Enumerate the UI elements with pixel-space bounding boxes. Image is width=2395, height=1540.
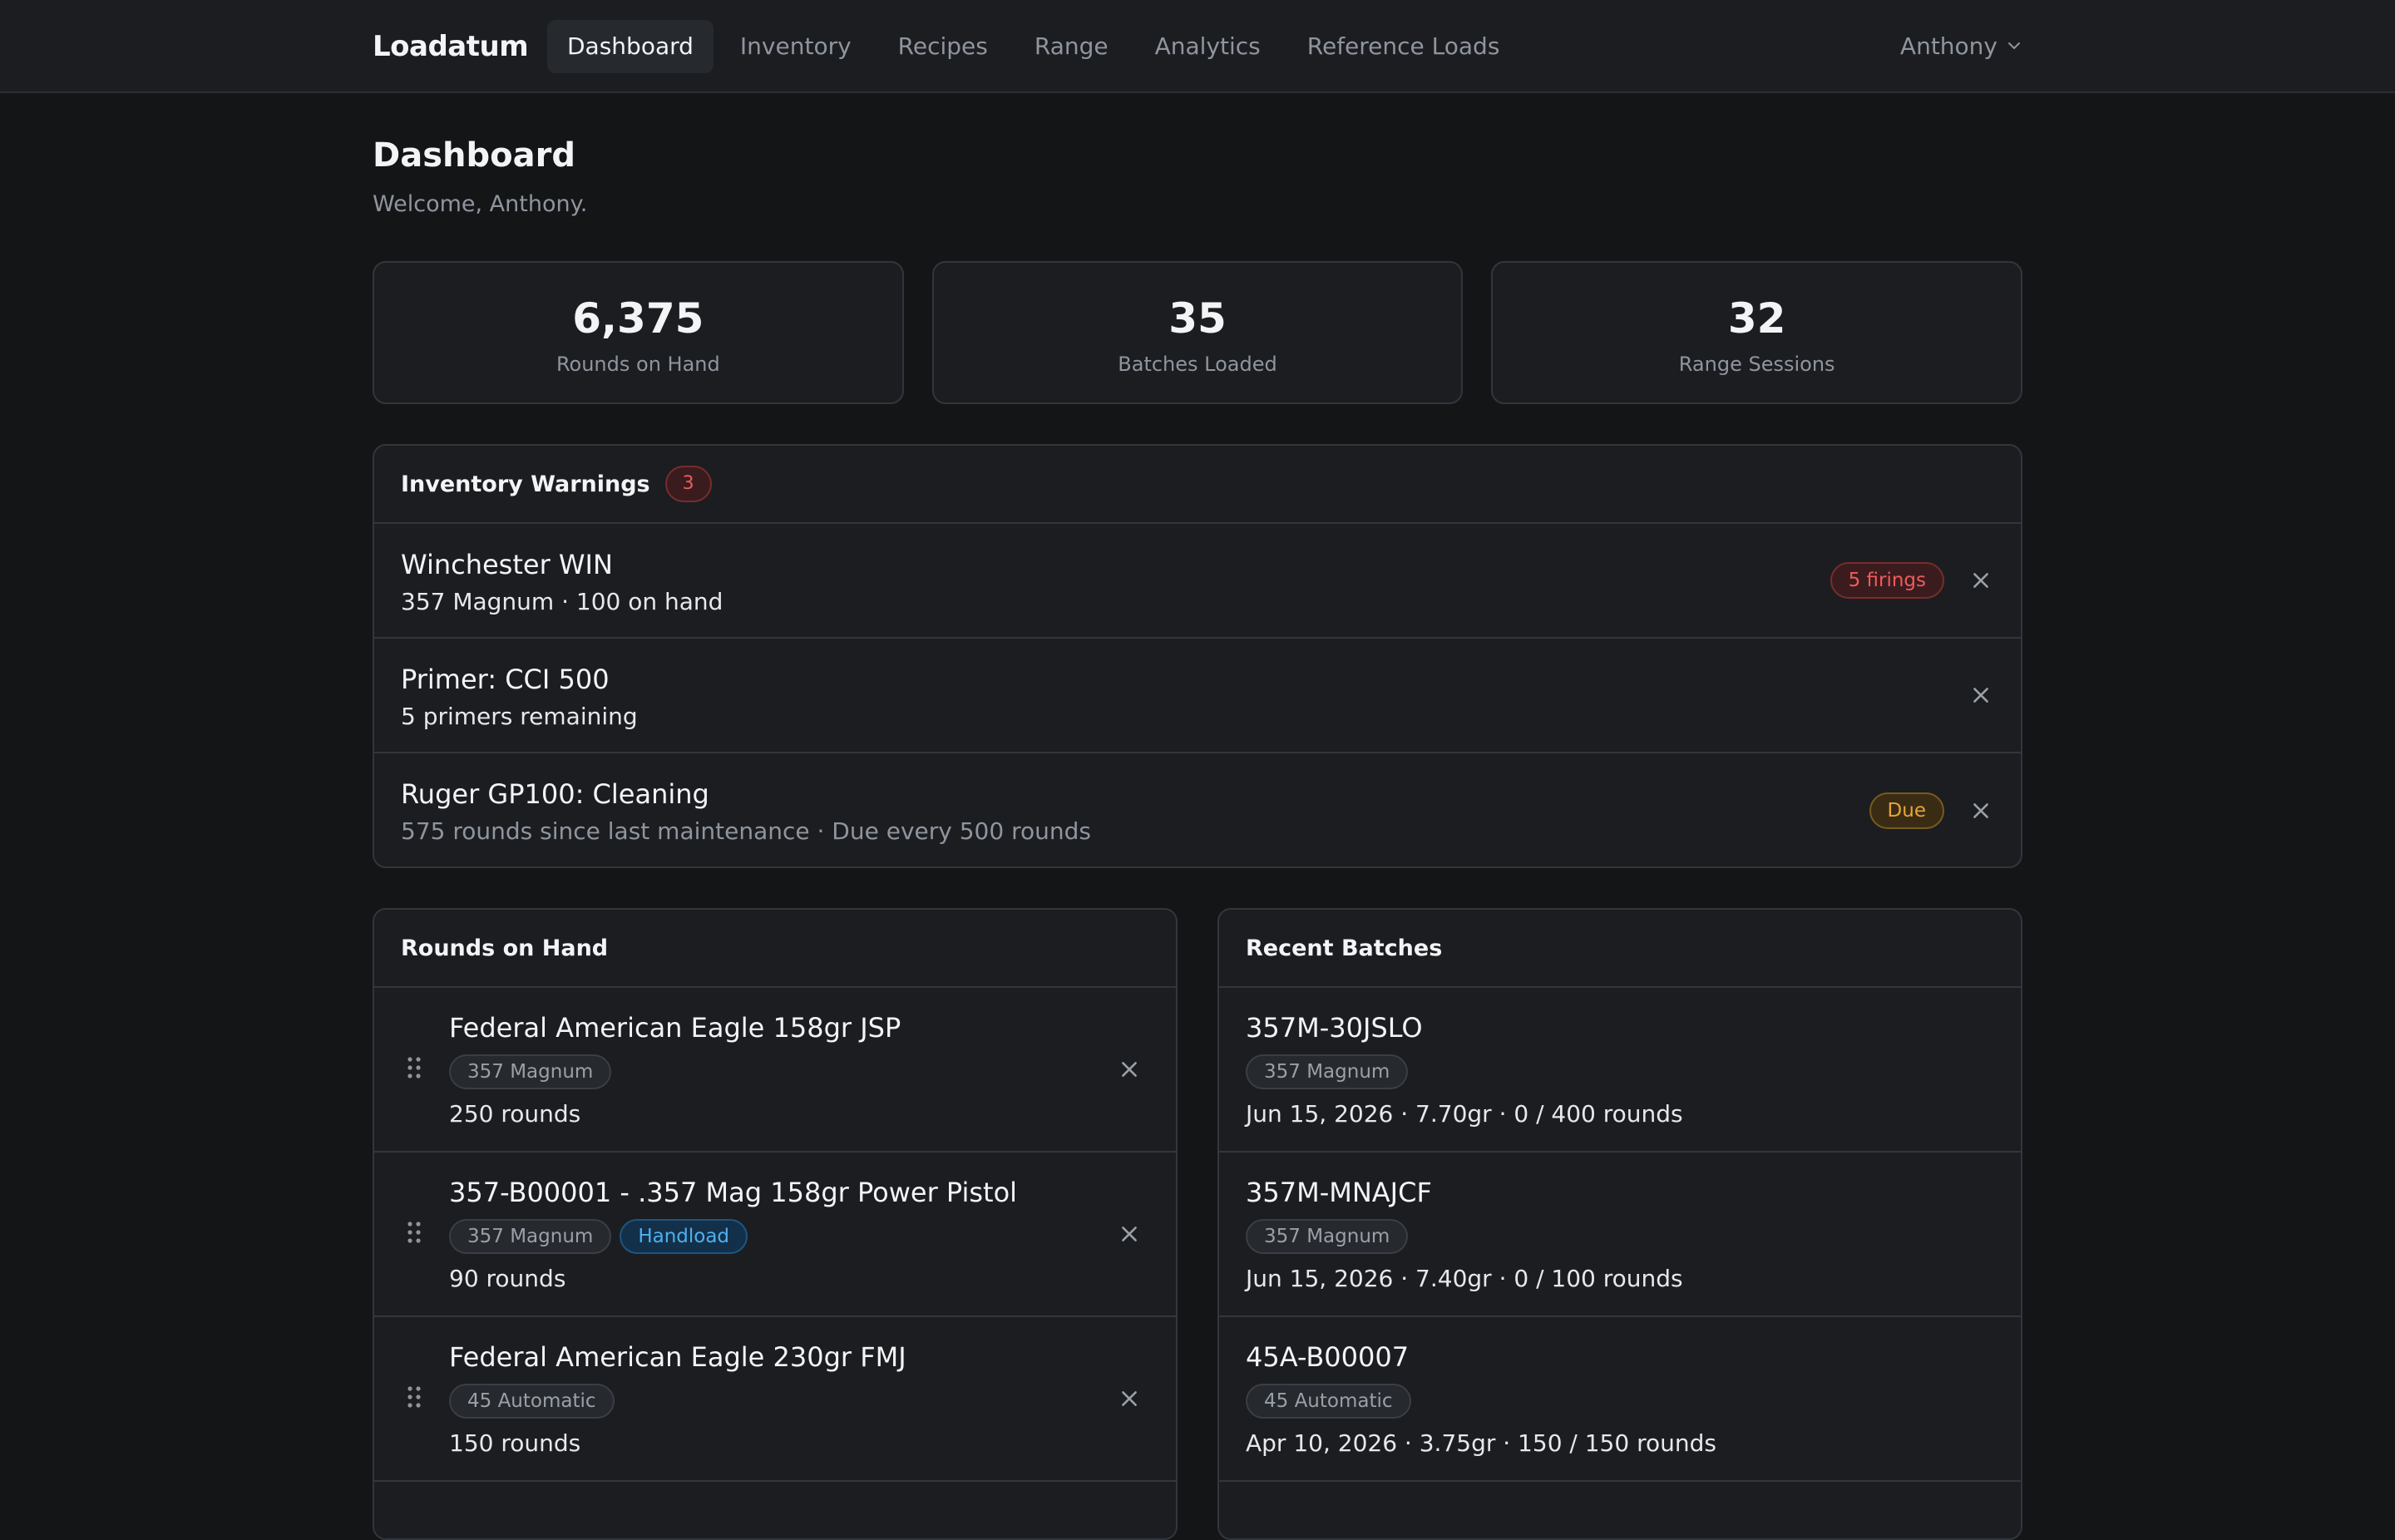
caliber-tag: 357 Magnum — [1246, 1219, 1409, 1254]
nav-inventory[interactable]: Inventory — [720, 20, 872, 73]
stat-card-rounds-on-hand: 6,375 Rounds on Hand — [373, 261, 904, 404]
caliber-tag: 45 Automatic — [1246, 1384, 1411, 1419]
stat-label: Rounds on Hand — [556, 353, 720, 376]
close-icon — [1973, 688, 1988, 703]
handload-tag: Handload — [620, 1219, 748, 1254]
stat-card-batches-loaded: 35 Batches Loaded — [931, 261, 1464, 404]
panel-header: Recent Batches — [1219, 910, 2021, 988]
close-icon — [1122, 1391, 1137, 1406]
close-icon — [1973, 803, 1988, 818]
stat-label: Range Sessions — [1678, 353, 1835, 376]
batch-item[interactable]: 45A-B00007 45 Automatic Apr 10, 2026 · 3… — [1219, 1317, 2021, 1482]
recent-batches-panel: Recent Batches 357M-30JSLO 357 Magnum Ju… — [1217, 908, 2022, 1540]
panel-header: Inventory Warnings 3 — [374, 446, 2021, 524]
warning-item: Primer: CCI 500 5 primers remaining — [374, 639, 2021, 753]
user-name: Anthony — [1899, 32, 1997, 60]
main-nav: Dashboard Inventory Recipes Range Analyt… — [547, 20, 1519, 73]
stat-value: 32 — [1727, 294, 1786, 343]
warning-title: Ruger GP100: Cleaning — [401, 778, 709, 810]
close-icon — [1122, 1227, 1137, 1241]
list-item: Federal American Eagle 158gr JSP 357 Mag… — [374, 988, 1176, 1153]
warning-title: Primer: CCI 500 — [401, 664, 610, 695]
welcome-message: Welcome, Anthony. — [373, 191, 588, 217]
warning-item: Winchester WIN 357 Magnum · 100 on hand … — [374, 524, 2021, 639]
brand-logo[interactable]: Loadatum — [373, 27, 529, 67]
top-navbar: Loadatum Dashboard Inventory Recipes Ran… — [0, 0, 2395, 93]
panel-title: Inventory Warnings — [401, 471, 650, 497]
item-title: Federal American Eagle 230gr FMJ — [449, 1341, 906, 1373]
list-item: 357-B00001 - .357 Mag 158gr Power Pistol… — [374, 1153, 1176, 1317]
panel-header: Rounds on Hand — [374, 910, 1176, 988]
batch-item[interactable]: 357M-MNAJCF 357 Magnum Jun 15, 2026 · 7.… — [1219, 1153, 2021, 1317]
panel-title: Rounds on Hand — [401, 935, 609, 961]
caliber-tag: 357 Magnum — [1246, 1054, 1409, 1089]
panel-title: Recent Batches — [1246, 935, 1443, 961]
round-count: 90 rounds — [449, 1265, 566, 1292]
stat-value: 6,375 — [572, 294, 704, 343]
caliber-tag: 45 Automatic — [449, 1384, 615, 1419]
round-count: 150 rounds — [449, 1429, 581, 1457]
due-badge: Due — [1869, 792, 1944, 829]
stat-cards: 6,375 Rounds on Hand 35 Batches Loaded 3… — [373, 261, 2023, 404]
close-icon — [1122, 1062, 1137, 1077]
batch-id: 357M-30JSLO — [1246, 1012, 1423, 1044]
warning-detail: 575 rounds since last maintenance · Due … — [401, 817, 1091, 845]
chevron-down-icon — [2006, 20, 2022, 73]
dismiss-warning-button[interactable] — [1968, 567, 1994, 594]
dismiss-warning-button[interactable] — [1968, 797, 1994, 824]
user-menu[interactable]: Anthony — [1900, 20, 2022, 73]
remove-item-button[interactable] — [1116, 1056, 1143, 1083]
nav-recipes[interactable]: Recipes — [878, 20, 1008, 73]
stat-value: 35 — [1168, 294, 1227, 343]
drag-handle-icon[interactable] — [406, 1056, 422, 1079]
warning-detail: 5 primers remaining — [401, 703, 638, 730]
drag-handle-icon[interactable] — [406, 1221, 422, 1244]
warning-title: Winchester WIN — [401, 549, 613, 580]
nav-reference-loads[interactable]: Reference Loads — [1287, 20, 1520, 73]
list-item: Federal American Eagle 230gr FMJ 45 Auto… — [374, 1317, 1176, 1482]
warning-item: Ruger GP100: Cleaning 575 rounds since l… — [374, 753, 2021, 866]
stat-label: Batches Loaded — [1118, 353, 1277, 376]
batch-id: 45A-B00007 — [1246, 1341, 1410, 1373]
firings-badge: 5 firings — [1830, 562, 1944, 599]
batch-item[interactable]: 357M-30JSLO 357 Magnum Jun 15, 2026 · 7.… — [1219, 988, 2021, 1153]
batch-details: Jun 15, 2026 · 7.40gr · 0 / 100 rounds — [1246, 1265, 1683, 1292]
nav-range[interactable]: Range — [1015, 20, 1128, 73]
round-count: 250 rounds — [449, 1100, 581, 1128]
batch-details: Jun 15, 2026 · 7.70gr · 0 / 400 rounds — [1246, 1100, 1683, 1128]
warning-count-badge: 3 — [664, 466, 712, 502]
item-title: 357-B00001 - .357 Mag 158gr Power Pistol — [449, 1177, 1018, 1208]
rounds-on-hand-panel: Rounds on Hand Federal American Eagle 15… — [373, 908, 1178, 1540]
inventory-warnings-panel: Inventory Warnings 3 Winchester WIN 357 … — [373, 444, 2022, 868]
drag-handle-icon[interactable] — [406, 1385, 422, 1409]
close-icon — [1973, 573, 1988, 588]
batch-id: 357M-MNAJCF — [1246, 1177, 1432, 1208]
nav-dashboard[interactable]: Dashboard — [547, 20, 714, 73]
batch-details: Apr 10, 2026 · 3.75gr · 150 / 150 rounds — [1246, 1429, 1716, 1457]
caliber-tag: 357 Magnum — [449, 1219, 612, 1254]
remove-item-button[interactable] — [1116, 1385, 1143, 1412]
remove-item-button[interactable] — [1116, 1221, 1143, 1247]
dismiss-warning-button[interactable] — [1968, 682, 1994, 708]
nav-analytics[interactable]: Analytics — [1135, 20, 1281, 73]
stat-card-range-sessions: 32 Range Sessions — [1491, 261, 2023, 404]
warning-detail: 357 Magnum · 100 on hand — [401, 588, 723, 615]
caliber-tag: 357 Magnum — [449, 1054, 612, 1089]
item-title: Federal American Eagle 158gr JSP — [449, 1012, 901, 1044]
page-title: Dashboard — [373, 136, 575, 175]
